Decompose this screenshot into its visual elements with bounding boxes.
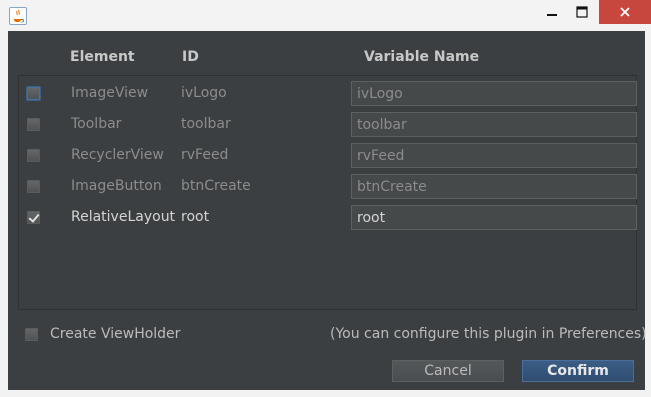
element-type: ImageView — [71, 85, 149, 101]
variable-name-field[interactable]: ivLogo — [351, 81, 637, 106]
table-row: RecyclerView rvFeed rvFeed — [19, 140, 638, 171]
elements-table: ImageView ivLogo ivLogo Toolbar toolbar … — [18, 75, 637, 310]
table-row: Toolbar toolbar toolbar — [19, 109, 638, 140]
confirm-button[interactable]: Confirm — [522, 360, 634, 382]
create-viewholder-checkbox[interactable] — [25, 328, 38, 341]
element-id: root — [181, 209, 210, 225]
preferences-hint: (You can configure this plugin in Prefer… — [330, 326, 647, 342]
element-type: RecyclerView — [71, 147, 164, 163]
cancel-button[interactable]: Cancel — [392, 360, 504, 382]
java-coffee-cup-icon — [9, 7, 27, 25]
table-row: ImageView ivLogo ivLogo — [19, 78, 638, 109]
create-viewholder-label: Create ViewHolder — [50, 326, 181, 342]
element-type: ImageButton — [71, 178, 162, 194]
element-id: btnCreate — [181, 178, 251, 194]
variable-name-field[interactable]: toolbar — [351, 112, 637, 137]
column-header-variable-name: Variable Name — [364, 49, 480, 65]
variable-name-field[interactable]: rvFeed — [351, 143, 637, 168]
element-id: rvFeed — [181, 147, 229, 163]
row-checkbox[interactable] — [27, 180, 40, 193]
column-header-element: Element — [70, 49, 135, 65]
title-bar — [0, 0, 651, 31]
row-checkbox[interactable] — [27, 211, 40, 224]
minimize-button[interactable] — [537, 0, 567, 24]
element-id: toolbar — [181, 116, 231, 132]
table-row: RelativeLayout root root — [19, 202, 638, 233]
maximize-button[interactable] — [567, 0, 597, 24]
maximize-icon — [576, 6, 588, 18]
variable-name-field[interactable]: root — [351, 205, 637, 230]
close-icon — [620, 7, 630, 17]
dialog-body: Element ID Variable Name ImageView ivLog… — [8, 31, 647, 390]
close-button[interactable] — [599, 0, 651, 24]
variable-name-field[interactable]: btnCreate — [351, 174, 637, 199]
table-row: ImageButton btnCreate btnCreate — [19, 171, 638, 202]
column-header-id: ID — [182, 49, 199, 65]
row-checkbox[interactable] — [27, 87, 40, 100]
row-checkbox[interactable] — [27, 149, 40, 162]
row-checkbox[interactable] — [27, 118, 40, 131]
element-id: ivLogo — [181, 85, 227, 101]
element-type: Toolbar — [71, 116, 122, 132]
element-type: RelativeLayout — [71, 209, 176, 225]
minimize-icon — [547, 14, 557, 16]
